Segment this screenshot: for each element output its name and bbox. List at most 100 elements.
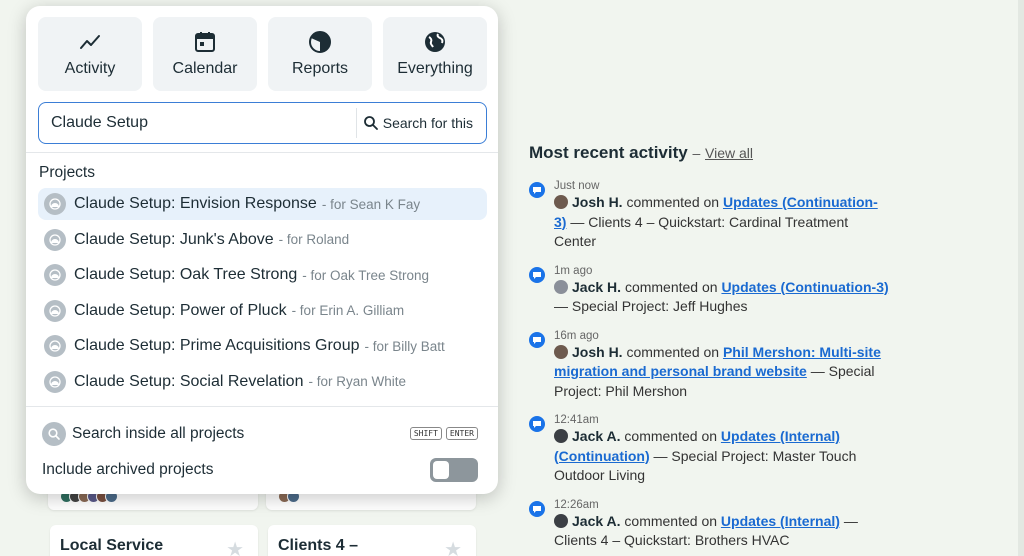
project-result[interactable]: Claude Setup: Prime Acquisitions Group -…	[38, 330, 487, 362]
search-icon	[42, 422, 66, 446]
activity-author[interactable]: Josh H.	[572, 194, 623, 210]
activity-time: 12:41am	[554, 414, 599, 426]
comment-icon	[529, 266, 545, 283]
activity-link[interactable]: Updates (Internal)	[721, 513, 840, 529]
project-result[interactable]: Claude Setup: Oak Tree Strong - for Oak …	[38, 259, 487, 291]
project-icon	[44, 370, 66, 393]
activity-verb: commented on	[624, 278, 718, 295]
activity-item: 1m ago Jack H. commented on Updates (Con…	[529, 264, 889, 317]
tile-everything[interactable]: Everything	[383, 17, 487, 91]
tile-label: Activity	[64, 60, 116, 77]
project-client: - for Sean K Fay	[321, 196, 421, 212]
activity-context: — Clients 4 – Quickstart: Cardinal Treat…	[554, 213, 849, 250]
activity-item: 12:26am Jack A. commented on Updates (In…	[529, 498, 889, 551]
toggle-knob	[433, 461, 449, 479]
project-client: - for Billy Batt	[364, 338, 445, 354]
project-name: Claude Setup: Prime Acquisitions Group	[74, 337, 360, 354]
project-name: Claude Setup: Envision Response	[74, 195, 317, 212]
comment-icon	[529, 416, 545, 432]
activity-item: Just now Josh H. commented on Updates (C…	[529, 179, 889, 252]
search-inside-label: Search inside all projects	[72, 425, 245, 442]
tile-calendar[interactable]: Calendar	[153, 17, 257, 91]
project-card-local-service[interactable]: Local Service ★	[50, 525, 258, 556]
projects-heading: Projects	[39, 164, 95, 181]
activity-time: 12:26am	[554, 498, 599, 511]
project-results-list: Claude Setup: Envision Response - for Se…	[38, 188, 487, 401]
activity-verb: commented on	[624, 428, 718, 444]
keyboard-shortcut: SHIFT ENTER	[409, 427, 478, 440]
activity-time: 16m ago	[554, 329, 599, 342]
avatar	[554, 513, 568, 528]
jump-menu-popover: Activity Calendar Reports Everything Sea…	[26, 6, 498, 494]
search-input[interactable]	[39, 105, 344, 141]
activity-text: Josh H. commented on Updates (Continuati…	[554, 193, 889, 252]
search-icon	[363, 116, 378, 130]
project-client: - for Ryan White	[308, 374, 407, 389]
include-archived-label: Include archived projects	[42, 461, 214, 478]
activity-author[interactable]: Josh H.	[572, 344, 623, 360]
project-name: Claude Setup: Power of Pluck	[74, 301, 287, 319]
view-all-link[interactable]: View all	[705, 145, 753, 161]
card-title: Local Service	[60, 537, 164, 554]
activity-icon	[80, 35, 100, 49]
tile-label: Reports	[291, 60, 349, 77]
activity-author[interactable]: Jack A.	[572, 428, 621, 444]
comment-icon	[529, 182, 545, 198]
nav-tiles: Activity Calendar Reports Everything	[38, 17, 487, 91]
activity-text: Jack A. commented on Updates (Internal) …	[554, 427, 889, 486]
project-name: Claude Setup: Oak Tree Strong	[74, 266, 298, 283]
activity-item: 12:41am Jack A. commented on Updates (In…	[529, 413, 889, 486]
search-inside-all-projects[interactable]: Search inside all projects SHIFT ENTER	[42, 422, 478, 446]
star-icon[interactable]: ★	[226, 537, 244, 556]
activity-author[interactable]: Jack H.	[572, 279, 621, 295]
activity-context: — Special Project: Jeff Hughes	[554, 298, 748, 314]
avatar	[554, 344, 568, 359]
project-name: Claude Setup: Junk's Above	[74, 230, 274, 248]
project-client: - for Roland	[278, 232, 350, 247]
divider	[26, 152, 498, 153]
activity-text: Jack H. commented on Updates (Continuati…	[554, 278, 889, 317]
activity-link[interactable]: Updates (Continuation-3)	[721, 279, 888, 295]
divider	[26, 406, 498, 407]
project-result[interactable]: Claude Setup: Social Revelation - for Ry…	[38, 366, 487, 398]
activity-item: 16m ago Josh H. commented on Phil Mersho…	[529, 329, 889, 402]
activity-title: Most recent activity	[529, 143, 688, 162]
scrollbar-track[interactable]	[1018, 0, 1024, 556]
activity-text: Josh H. commented on Phil Mershon: Multi…	[554, 343, 889, 402]
project-icon	[44, 193, 66, 215]
search-field-wrapper: Search for this	[38, 102, 487, 144]
project-icon	[44, 264, 66, 286]
activity-verb: commented on	[624, 512, 718, 529]
project-result[interactable]: Claude Setup: Envision Response - for Se…	[38, 188, 487, 220]
activity-verb: commented on	[626, 343, 720, 360]
recent-activity-panel: Most recent activity – View all Just now…	[529, 143, 889, 556]
project-icon	[44, 335, 66, 357]
star-icon[interactable]: ★	[444, 537, 462, 556]
avatar	[554, 429, 568, 443]
calendar-icon	[195, 32, 215, 52]
reports-icon	[309, 31, 331, 53]
kbd-enter: ENTER	[445, 427, 478, 440]
comment-icon	[529, 331, 545, 348]
project-name: Claude Setup: Social Revelation	[74, 372, 304, 390]
include-archived-toggle[interactable]	[430, 458, 478, 482]
project-icon	[44, 228, 66, 251]
activity-time: Just now	[554, 180, 600, 192]
activity-verb: commented on	[626, 194, 720, 210]
activity-header: Most recent activity – View all	[529, 143, 889, 163]
tile-label: Calendar	[172, 60, 238, 77]
project-card-clients-4[interactable]: Clients 4 – ★	[268, 525, 476, 556]
project-result[interactable]: Claude Setup: Power of Pluck - for Erin …	[38, 295, 487, 327]
search-button-label: Search for this	[382, 115, 473, 131]
title-separator: –	[692, 145, 701, 161]
activity-author[interactable]: Jack A.	[572, 513, 621, 529]
project-client: - for Oak Tree Strong	[302, 267, 430, 283]
project-client: - for Erin A. Gilliam	[291, 303, 405, 318]
project-result[interactable]: Claude Setup: Junk's Above - for Roland	[38, 224, 487, 256]
include-archived-row: Include archived projects	[42, 458, 478, 482]
tile-reports[interactable]: Reports	[268, 17, 372, 91]
activity-time: 1m ago	[554, 264, 593, 277]
tile-activity[interactable]: Activity	[38, 17, 142, 91]
search-for-this-button[interactable]: Search for this	[355, 108, 481, 138]
kbd-shift: SHIFT	[409, 427, 442, 440]
